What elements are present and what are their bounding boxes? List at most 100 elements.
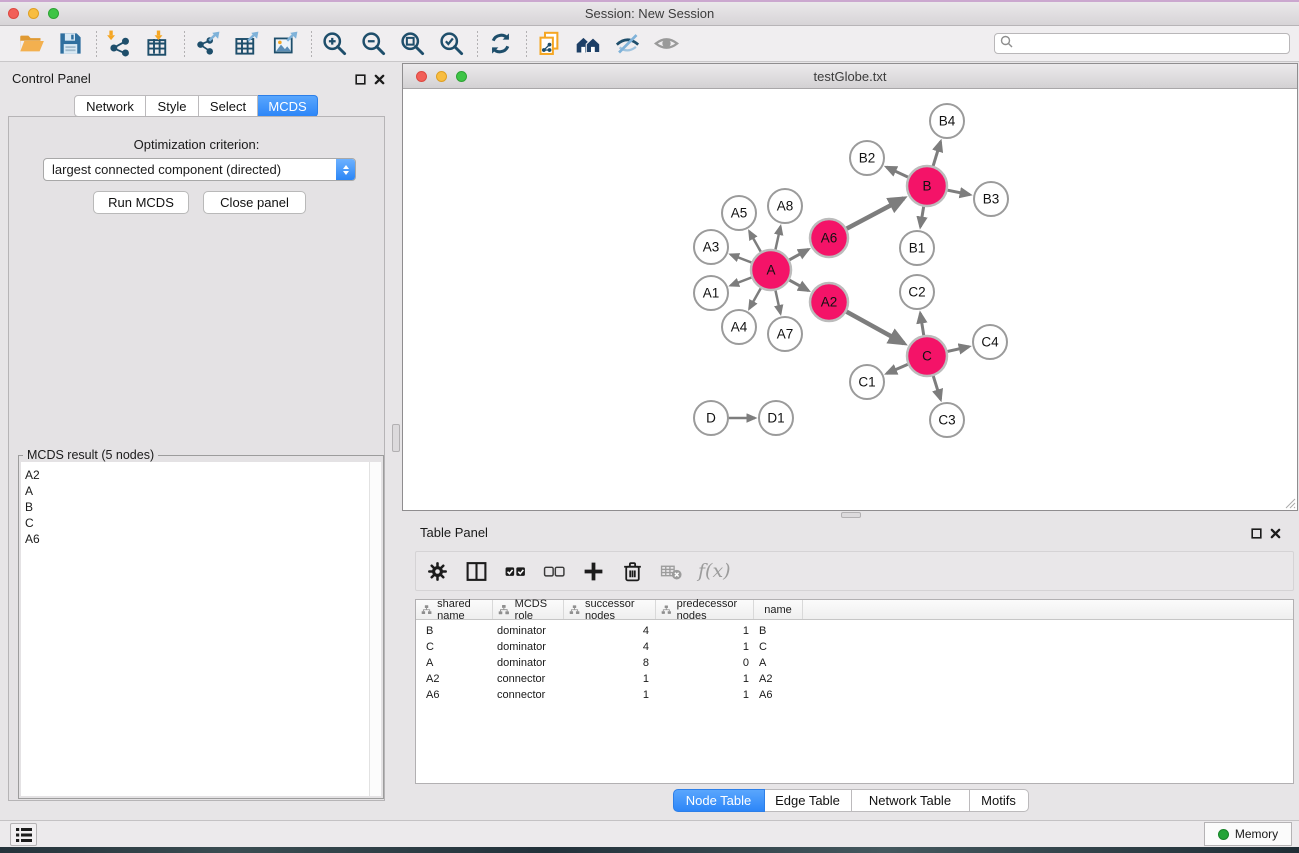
- table-cell[interactable]: A6: [416, 689, 493, 701]
- tab-node-table[interactable]: Node Table: [673, 789, 765, 812]
- table-cell[interactable]: A: [416, 657, 493, 669]
- delete-table-button[interactable]: [659, 559, 683, 583]
- table-row[interactable]: Bdominator41B: [416, 623, 1293, 639]
- table-cell[interactable]: C: [754, 641, 803, 653]
- search-field[interactable]: [994, 33, 1290, 54]
- zoom-in-button[interactable]: [319, 29, 349, 59]
- node-A6[interactable]: A6: [810, 219, 848, 257]
- table-cell[interactable]: 1: [656, 625, 754, 637]
- tab-mcds[interactable]: MCDS: [258, 95, 318, 117]
- select-all-button[interactable]: [503, 559, 527, 583]
- mcds-result-item[interactable]: A2: [25, 467, 381, 483]
- memory-button[interactable]: Memory: [1204, 822, 1292, 846]
- table-cell[interactable]: dominator: [493, 657, 564, 669]
- column-header-predecessor-nodes[interactable]: predecessor nodes: [656, 600, 754, 619]
- horizontal-splitter-handle[interactable]: [841, 512, 861, 518]
- column-header-name[interactable]: name: [754, 600, 803, 619]
- table-cell[interactable]: C: [416, 641, 493, 653]
- zoom-out-button[interactable]: [358, 29, 388, 59]
- table-cell[interactable]: 0: [656, 657, 754, 669]
- table-cell[interactable]: A: [754, 657, 803, 669]
- split-view-button[interactable]: [464, 559, 488, 583]
- table-cell[interactable]: 4: [564, 641, 656, 653]
- node-B3[interactable]: B3: [974, 182, 1008, 216]
- tab-style[interactable]: Style: [146, 95, 199, 117]
- node-C3[interactable]: C3: [930, 403, 964, 437]
- table-cell[interactable]: dominator: [493, 625, 564, 637]
- close-panel-icon[interactable]: [374, 72, 385, 90]
- tab-network[interactable]: Network: [74, 95, 146, 117]
- table-cell[interactable]: B: [754, 625, 803, 637]
- table-row[interactable]: Cdominator41C: [416, 639, 1293, 655]
- window-resize-grip-icon[interactable]: [1282, 495, 1296, 509]
- column-header-shared-name[interactable]: shared name: [416, 600, 493, 619]
- settings-button[interactable]: [425, 559, 449, 583]
- node-C1[interactable]: C1: [850, 365, 884, 399]
- node-B1[interactable]: B1: [900, 231, 934, 265]
- tab-motifs[interactable]: Motifs: [970, 789, 1029, 812]
- network-canvas[interactable]: AA2A6BCA1A3A4A5A7A8B1B2B3B4C1C2C3C4DD1: [403, 89, 1297, 510]
- search-input[interactable]: [1017, 35, 1289, 52]
- table-cell[interactable]: connector: [493, 673, 564, 685]
- node-A[interactable]: A: [751, 250, 791, 290]
- deselect-all-button[interactable]: [542, 559, 566, 583]
- node-A4[interactable]: A4: [722, 310, 756, 344]
- close-table-panel-icon[interactable]: [1270, 526, 1281, 544]
- close-panel-button[interactable]: Close panel: [203, 191, 306, 214]
- network-from-selection-button[interactable]: [534, 29, 564, 59]
- table-row[interactable]: A2connector11A2: [416, 671, 1293, 687]
- table-cell[interactable]: 4: [564, 625, 656, 637]
- optimization-criterion-select[interactable]: largest connected component (directed): [43, 158, 356, 181]
- open-session-button[interactable]: [16, 29, 46, 59]
- node-A8[interactable]: A8: [768, 189, 802, 223]
- delete-columns-button[interactable]: [620, 559, 644, 583]
- show-all-button[interactable]: [651, 29, 681, 59]
- node-C2[interactable]: C2: [900, 275, 934, 309]
- table-cell[interactable]: 1: [564, 673, 656, 685]
- export-image-button[interactable]: [270, 29, 300, 59]
- import-table-button[interactable]: [143, 29, 173, 59]
- node-A7[interactable]: A7: [768, 317, 802, 351]
- zoom-fit-button[interactable]: [397, 29, 427, 59]
- table-row[interactable]: A6connector11A6: [416, 687, 1293, 703]
- table-row[interactable]: Adominator80A: [416, 655, 1293, 671]
- vertical-splitter-handle[interactable]: [392, 424, 400, 452]
- mcds-result-item[interactable]: A6: [25, 531, 381, 547]
- column-header-MCDS-role[interactable]: MCDS role: [493, 600, 564, 619]
- node-A3[interactable]: A3: [694, 230, 728, 264]
- table-cell[interactable]: A2: [754, 673, 803, 685]
- tab-edge-table[interactable]: Edge Table: [765, 789, 852, 812]
- table-cell[interactable]: 1: [656, 673, 754, 685]
- show-panels-list-button[interactable]: [10, 823, 37, 846]
- float-table-panel-icon[interactable]: [1251, 526, 1262, 544]
- mcds-result-item[interactable]: B: [25, 499, 381, 515]
- table-cell[interactable]: 8: [564, 657, 656, 669]
- hide-selected-button[interactable]: [612, 29, 642, 59]
- node-D[interactable]: D: [694, 401, 728, 435]
- table-cell[interactable]: connector: [493, 689, 564, 701]
- table-cell[interactable]: A6: [754, 689, 803, 701]
- function-builder-button[interactable]: f(x): [698, 560, 731, 582]
- tab-network-table[interactable]: Network Table: [852, 789, 970, 812]
- export-table-button[interactable]: [231, 29, 261, 59]
- zoom-selected-button[interactable]: [436, 29, 466, 59]
- mcds-result-item[interactable]: C: [25, 515, 381, 531]
- add-column-button[interactable]: [581, 559, 605, 583]
- table-cell[interactable]: 1: [564, 689, 656, 701]
- first-neighbors-button[interactable]: [573, 29, 603, 59]
- node-A5[interactable]: A5: [722, 196, 756, 230]
- node-B[interactable]: B: [907, 166, 947, 206]
- result-scrollbar[interactable]: [369, 462, 381, 796]
- run-mcds-button[interactable]: Run MCDS: [93, 191, 189, 214]
- save-session-button[interactable]: [55, 29, 85, 59]
- refresh-button[interactable]: [485, 29, 515, 59]
- table-cell[interactable]: A2: [416, 673, 493, 685]
- float-panel-icon[interactable]: [355, 72, 366, 90]
- mcds-result-item[interactable]: A: [25, 483, 381, 499]
- export-network-button[interactable]: [192, 29, 222, 59]
- node-D1[interactable]: D1: [759, 401, 793, 435]
- node-C4[interactable]: C4: [973, 325, 1007, 359]
- node-A1[interactable]: A1: [694, 276, 728, 310]
- node-B4[interactable]: B4: [930, 104, 964, 138]
- node-A2[interactable]: A2: [810, 283, 848, 321]
